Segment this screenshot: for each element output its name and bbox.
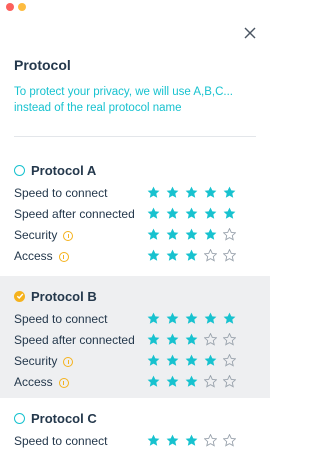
star-filled-icon: [185, 207, 198, 220]
star-empty-icon: [203, 248, 218, 262]
star-rating: [147, 207, 242, 220]
star-filled-icon: [147, 186, 160, 199]
star-rating: [147, 248, 242, 262]
star-empty-icon: [222, 227, 237, 241]
window-titlebar: [0, 0, 270, 20]
star-rating: [147, 227, 242, 241]
rating-row: Security: [14, 350, 256, 371]
star-empty-icon: [222, 353, 237, 367]
rating-label: Access: [14, 248, 53, 263]
star-filled-icon: [147, 228, 160, 241]
star-empty-icon: [203, 374, 218, 388]
star-filled-icon: [185, 434, 198, 447]
close-icon[interactable]: [242, 25, 258, 41]
info-icon[interactable]: [58, 251, 69, 262]
star-filled-icon: [223, 207, 236, 220]
rating-label: Speed to connect: [14, 433, 108, 448]
rating-row: Speed to connect: [14, 182, 256, 203]
rating-row: Access: [14, 371, 256, 392]
star-rating: [147, 186, 242, 199]
divider: [14, 136, 256, 137]
star-empty-icon: [203, 332, 218, 346]
rating-label: Speed to connect: [14, 185, 108, 200]
star-filled-icon: [185, 354, 198, 367]
star-filled-icon: [147, 207, 160, 220]
star-empty-icon: [203, 433, 218, 447]
info-icon[interactable]: [63, 356, 74, 367]
star-filled-icon: [204, 312, 217, 325]
rating-label: Speed after connected: [14, 332, 135, 347]
rating-row: Speed after connected: [14, 329, 256, 350]
rating-row: Access: [14, 245, 256, 266]
star-filled-icon: [204, 228, 217, 241]
star-filled-icon: [185, 249, 198, 262]
star-filled-icon: [204, 186, 217, 199]
star-filled-icon: [204, 354, 217, 367]
star-filled-icon: [185, 333, 198, 346]
star-filled-icon: [223, 312, 236, 325]
rating-label: Security: [14, 227, 58, 242]
star-filled-icon: [147, 354, 160, 367]
star-filled-icon: [166, 249, 179, 262]
star-filled-icon: [204, 207, 217, 220]
star-filled-icon: [166, 186, 179, 199]
rating-row: Speed to connect: [14, 430, 256, 451]
star-empty-icon: [222, 248, 237, 262]
radio-button[interactable]: [14, 164, 25, 176]
protocol-group-a[interactable]: Protocol A Speed to connect Speed after …: [0, 150, 270, 270]
protocol-group-b[interactable]: Protocol B Speed to connect Speed after …: [0, 276, 270, 398]
info-icon[interactable]: [58, 377, 69, 388]
rating-label: Access: [14, 374, 53, 389]
star-filled-icon: [185, 312, 198, 325]
rating-label: Security: [14, 353, 58, 368]
check-icon[interactable]: [14, 290, 25, 302]
rating-label: Speed after connected: [14, 206, 135, 221]
star-filled-icon: [166, 207, 179, 220]
page-title: Protocol: [14, 57, 71, 73]
star-rating: [147, 433, 242, 447]
star-filled-icon: [166, 312, 179, 325]
star-filled-icon: [166, 375, 179, 388]
star-filled-icon: [147, 312, 160, 325]
rating-row: Security: [14, 224, 256, 245]
star-filled-icon: [185, 375, 198, 388]
star-empty-icon: [222, 374, 237, 388]
rating-row: Speed to connect: [14, 308, 256, 329]
star-filled-icon: [166, 354, 179, 367]
star-filled-icon: [166, 434, 179, 447]
protocol-name: Protocol A: [31, 162, 97, 178]
star-filled-icon: [147, 375, 160, 388]
star-filled-icon: [185, 228, 198, 241]
star-rating: [147, 374, 242, 388]
star-filled-icon: [147, 333, 160, 346]
rating-row: Speed after connected: [14, 203, 256, 224]
info-icon[interactable]: [63, 230, 74, 241]
star-empty-icon: [222, 433, 237, 447]
star-rating: [147, 332, 242, 346]
star-filled-icon: [166, 228, 179, 241]
window-minimize-dot[interactable]: [18, 3, 26, 11]
star-rating: [147, 353, 242, 367]
protocol-name: Protocol B: [31, 288, 97, 304]
star-filled-icon: [147, 249, 160, 262]
star-filled-icon: [147, 434, 160, 447]
radio-button[interactable]: [14, 412, 25, 424]
star-rating: [147, 312, 242, 325]
page-subtitle: To protect your privacy, we will use A,B…: [14, 86, 234, 114]
protocol-name: Protocol C: [31, 410, 97, 426]
star-filled-icon: [166, 333, 179, 346]
window-close-dot[interactable]: [6, 3, 14, 11]
protocol-group-c[interactable]: Protocol C Speed to connect: [0, 398, 270, 452]
star-empty-icon: [222, 332, 237, 346]
star-filled-icon: [185, 186, 198, 199]
star-filled-icon: [223, 186, 236, 199]
rating-label: Speed to connect: [14, 311, 108, 326]
